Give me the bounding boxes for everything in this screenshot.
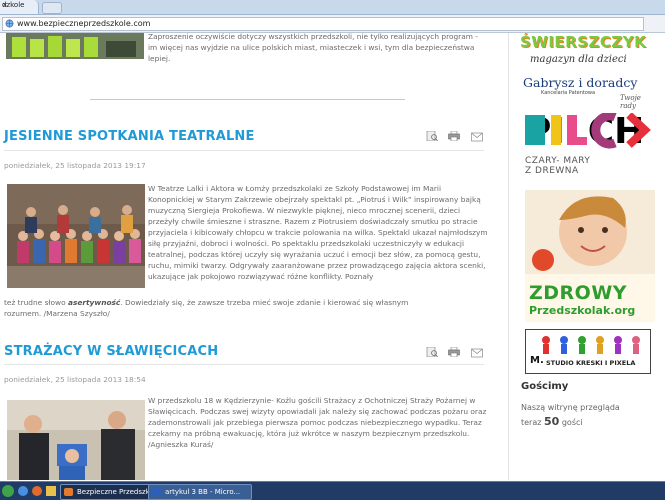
theatre-group-image — [7, 184, 145, 288]
title-underline — [4, 150, 484, 151]
pilch-line2: Z DREWNA — [525, 166, 579, 176]
divider — [90, 99, 405, 100]
tab-strip: dzkole × — [0, 0, 665, 15]
taskbar-item-word[interactable]: artykul 3 BB - Micro... — [148, 484, 252, 500]
address-bar: www.bezpieczneprzedszkole.com — [0, 15, 665, 33]
zdrowy-banner[interactable]: ZDROWY Przedszkolak.org — [525, 190, 655, 322]
article-body-tail: też trudne słowo asertywność. Dowiedział… — [4, 297, 494, 308]
quicklaunch-folder-icon[interactable] — [46, 486, 56, 496]
print-icon[interactable] — [448, 131, 460, 141]
article-body: W przedszkolu 18 w Kędzierzynie- Koźlu g… — [148, 396, 487, 449]
taskbar: Bezpieczne Przedszk... artykul 3 BB - Mi… — [0, 481, 665, 500]
pilch-line1: CZARY- MARY — [525, 156, 591, 166]
email-icon[interactable] — [471, 132, 483, 142]
globe-icon — [5, 19, 14, 28]
pilch-logo: PILCH — [525, 111, 651, 152]
gabrysz-banner[interactable]: Gabrysz i doradcy Kancelaria Patentowa T… — [523, 75, 655, 110]
firefighters-photo — [7, 400, 145, 480]
swierszczyk-banner[interactable]: ŚWIERSZCZYK magazyn dla dzieci — [520, 33, 650, 73]
children-row-drawing — [542, 336, 640, 354]
zdrowy-line2: Przedszkolak.org — [529, 304, 636, 317]
new-tab-button[interactable] — [42, 2, 62, 14]
taskbar-item-browser[interactable]: Bezpieczne Przedszk... — [60, 484, 160, 500]
goscimy-line1: Naszą witrynę przegląda — [521, 403, 620, 412]
start-button[interactable] — [2, 485, 14, 497]
taskbar-item-label: artykul 3 BB - Micro... — [165, 488, 241, 496]
kids-vests-image — [6, 33, 144, 59]
studio-banner[interactable]: M. STUDIO KRESKI I PIXELA — [525, 329, 651, 374]
print-icon[interactable] — [448, 347, 460, 357]
tail-text-2: . Dowiedziały się, że zawsze trzeba mieć… — [120, 298, 409, 307]
goscimy-prefix: teraz — [521, 418, 544, 427]
article-signature: rozumem. /Marzena Szyszło/ — [4, 309, 110, 318]
article-body: W Teatrze Lalki i Aktora w Łomży przedsz… — [148, 184, 488, 281]
quicklaunch-ie-icon[interactable] — [18, 486, 28, 496]
email-icon[interactable] — [471, 348, 483, 358]
article-date: poniedziałek, 25 listopada 2013 19:17 — [4, 161, 146, 170]
sidebar-divider — [508, 33, 509, 480]
intro-text: Zaproszenie oczywiście dotyczy wszystkic… — [148, 33, 478, 63]
taskbar-item-label: Bezpieczne Przedszk... — [77, 488, 157, 496]
firefighters-image — [7, 400, 145, 480]
page-content: Zaproszenie oczywiście dotyczy wszystkic… — [0, 33, 665, 480]
close-icon[interactable]: × — [2, 1, 8, 9]
gabrysz-script: Twoje rady — [620, 94, 641, 110]
studio-mark: M. — [530, 355, 544, 366]
swierszczyk-title: ŚWIERSZCZYK — [520, 33, 647, 51]
article-title[interactable]: STRAŻACY W SŁAWIĘCICACH — [4, 344, 218, 359]
article-date: poniedziałek, 25 listopada 2013 18:54 — [4, 375, 146, 384]
tail-text: też trudne słowo — [4, 298, 68, 307]
emphasis-word: asertywność — [67, 298, 121, 307]
title-underline — [4, 364, 484, 365]
word-icon — [152, 488, 161, 496]
url-field[interactable]: www.bezpieczneprzedszkole.com — [2, 17, 644, 31]
pdf-icon[interactable] — [426, 347, 438, 357]
goscimy-heading: Gościmy — [521, 381, 569, 392]
article-title[interactable]: JESIENNE SPOTKANIA TEATRALNE — [4, 129, 255, 144]
kids-vests-photo — [6, 33, 144, 59]
child-eating-photo — [525, 190, 655, 274]
quicklaunch-media-icon[interactable] — [32, 486, 42, 496]
zdrowy-line1: ZDROWY — [529, 282, 628, 304]
firefox-icon — [64, 488, 73, 496]
visitor-count: 50 — [544, 415, 560, 428]
goscimy-line2: teraz 50 gości — [521, 415, 583, 428]
gabrysz-title: Gabrysz i doradcy — [523, 75, 638, 90]
browser-tab[interactable]: dzkole × — [0, 0, 39, 14]
studio-text: STUDIO KRESKI I PIXELA — [546, 359, 636, 367]
pilch-banner[interactable]: PILCH CZARY- MARY Z DREWNA — [525, 111, 659, 183]
url-text: www.bezpieczneprzedszkole.com — [17, 19, 151, 28]
swierszczyk-subtitle: magazyn dla dzieci — [530, 54, 627, 65]
theatre-group-photo — [7, 184, 145, 288]
pdf-icon[interactable] — [426, 131, 438, 141]
goscimy-suffix: gości — [559, 418, 583, 427]
